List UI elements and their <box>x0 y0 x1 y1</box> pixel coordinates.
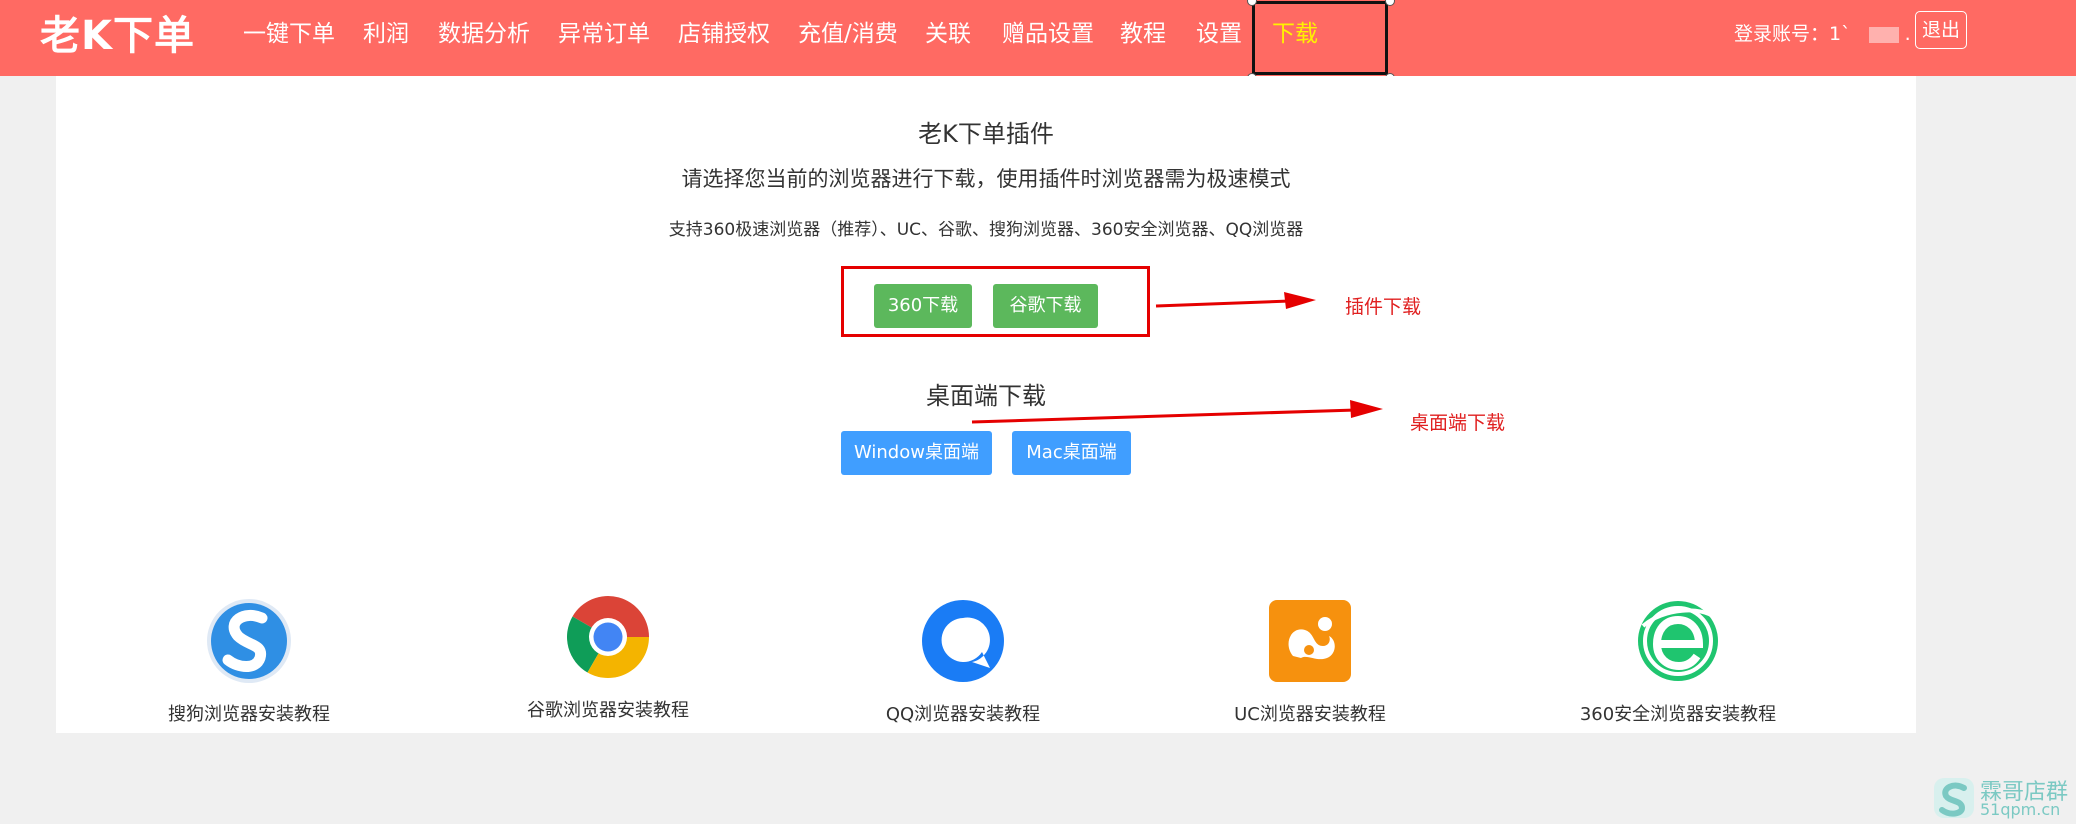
nav-item-data-analysis[interactable]: 数据分析 <box>438 13 530 55</box>
360-safe-tutorial-label: 360安全浏览器安装教程 <box>1579 704 1777 725</box>
logout-button[interactable]: 退出 <box>1915 11 1967 49</box>
360-safe-tutorial-link[interactable]: 360安全浏览器安装教程 <box>1558 596 1798 726</box>
sogou-tutorial-link[interactable]: 搜狗浏览器安装教程 <box>129 596 369 726</box>
uc-tutorial-link[interactable]: UC浏览器安装教程 <box>1190 596 1430 726</box>
chrome-browser-icon <box>567 596 649 678</box>
download-panel: 老K下单插件 请选择您当前的浏览器进行下载，使用插件时浏览器需为极速模式 支持3… <box>56 76 1916 733</box>
qq-tutorial-link[interactable]: QQ浏览器安装教程 <box>843 596 1083 726</box>
sogou-tutorial-label: 搜狗浏览器安装教程 <box>168 704 330 725</box>
app-logo[interactable]: 老K下单 <box>40 8 195 64</box>
uc-browser-icon <box>1269 600 1351 682</box>
360-safe-browser-icon <box>1638 601 1718 681</box>
active-nav-highlight-box <box>1252 1 1388 75</box>
sogou-browser-icon <box>207 599 291 683</box>
plugin-download-annotation: 插件下载 <box>1345 296 1422 318</box>
desktop-title: 桌面端下载 <box>926 382 1046 410</box>
nav-item-settings[interactable]: 设置 <box>1196 13 1242 55</box>
nav-item-profit[interactable]: 利润 <box>363 13 409 55</box>
account-suffix: . <box>1904 23 1911 45</box>
site-watermark: 霖哥店群 51qpm.cn <box>1928 772 2076 822</box>
redacted-account <box>1868 26 1899 43</box>
resize-handle[interactable] <box>1385 0 1395 6</box>
nav-item-one-click-order[interactable]: 一键下单 <box>243 13 335 55</box>
top-navbar: 老K下单 一键下单 利润 数据分析 异常订单 店铺授权 充值/消费 关联 赠品设… <box>0 0 2076 83</box>
chrome-tutorial-label: 谷歌浏览器安装教程 <box>527 700 689 721</box>
plugin-title: 老K下单插件 <box>918 120 1054 148</box>
nav-item-association[interactable]: 关联 <box>925 13 971 55</box>
qq-tutorial-label: QQ浏览器安装教程 <box>885 704 1041 725</box>
uc-tutorial-label: UC浏览器安装教程 <box>1234 704 1386 725</box>
account-info: 登录账号：1`. <box>1734 14 1911 54</box>
nav-item-gift-settings[interactable]: 赠品设置 <box>1002 13 1094 55</box>
desktop-download-annotation: 桌面端下载 <box>1410 412 1506 434</box>
account-label: 登录账号：1` <box>1734 23 1851 45</box>
plugin-buttons-highlight <box>841 266 1150 337</box>
supported-browsers-text: 支持360极速浏览器（推荐）、UC、谷歌、搜狗浏览器、360安全浏览器、QQ浏览… <box>668 220 1304 240</box>
nav-item-shop-authorization[interactable]: 店铺授权 <box>678 13 770 55</box>
download-windows-button[interactable]: Window桌面端 <box>841 431 992 475</box>
watermark-url: 51qpm.cn <box>1980 800 2061 819</box>
download-mac-button[interactable]: Mac桌面端 <box>1012 431 1131 475</box>
watermark-logo-icon <box>1934 778 1974 818</box>
plugin-subtitle: 请选择您当前的浏览器进行下载，使用插件时浏览器需为极速模式 <box>681 167 1291 191</box>
chrome-tutorial-link[interactable]: 谷歌浏览器安装教程 <box>488 592 728 722</box>
nav-item-abnormal-orders[interactable]: 异常订单 <box>558 13 650 55</box>
nav-item-tutorial[interactable]: 教程 <box>1120 13 1166 55</box>
qq-browser-icon <box>922 600 1004 682</box>
nav-item-recharge[interactable]: 充值/消费 <box>798 13 898 55</box>
